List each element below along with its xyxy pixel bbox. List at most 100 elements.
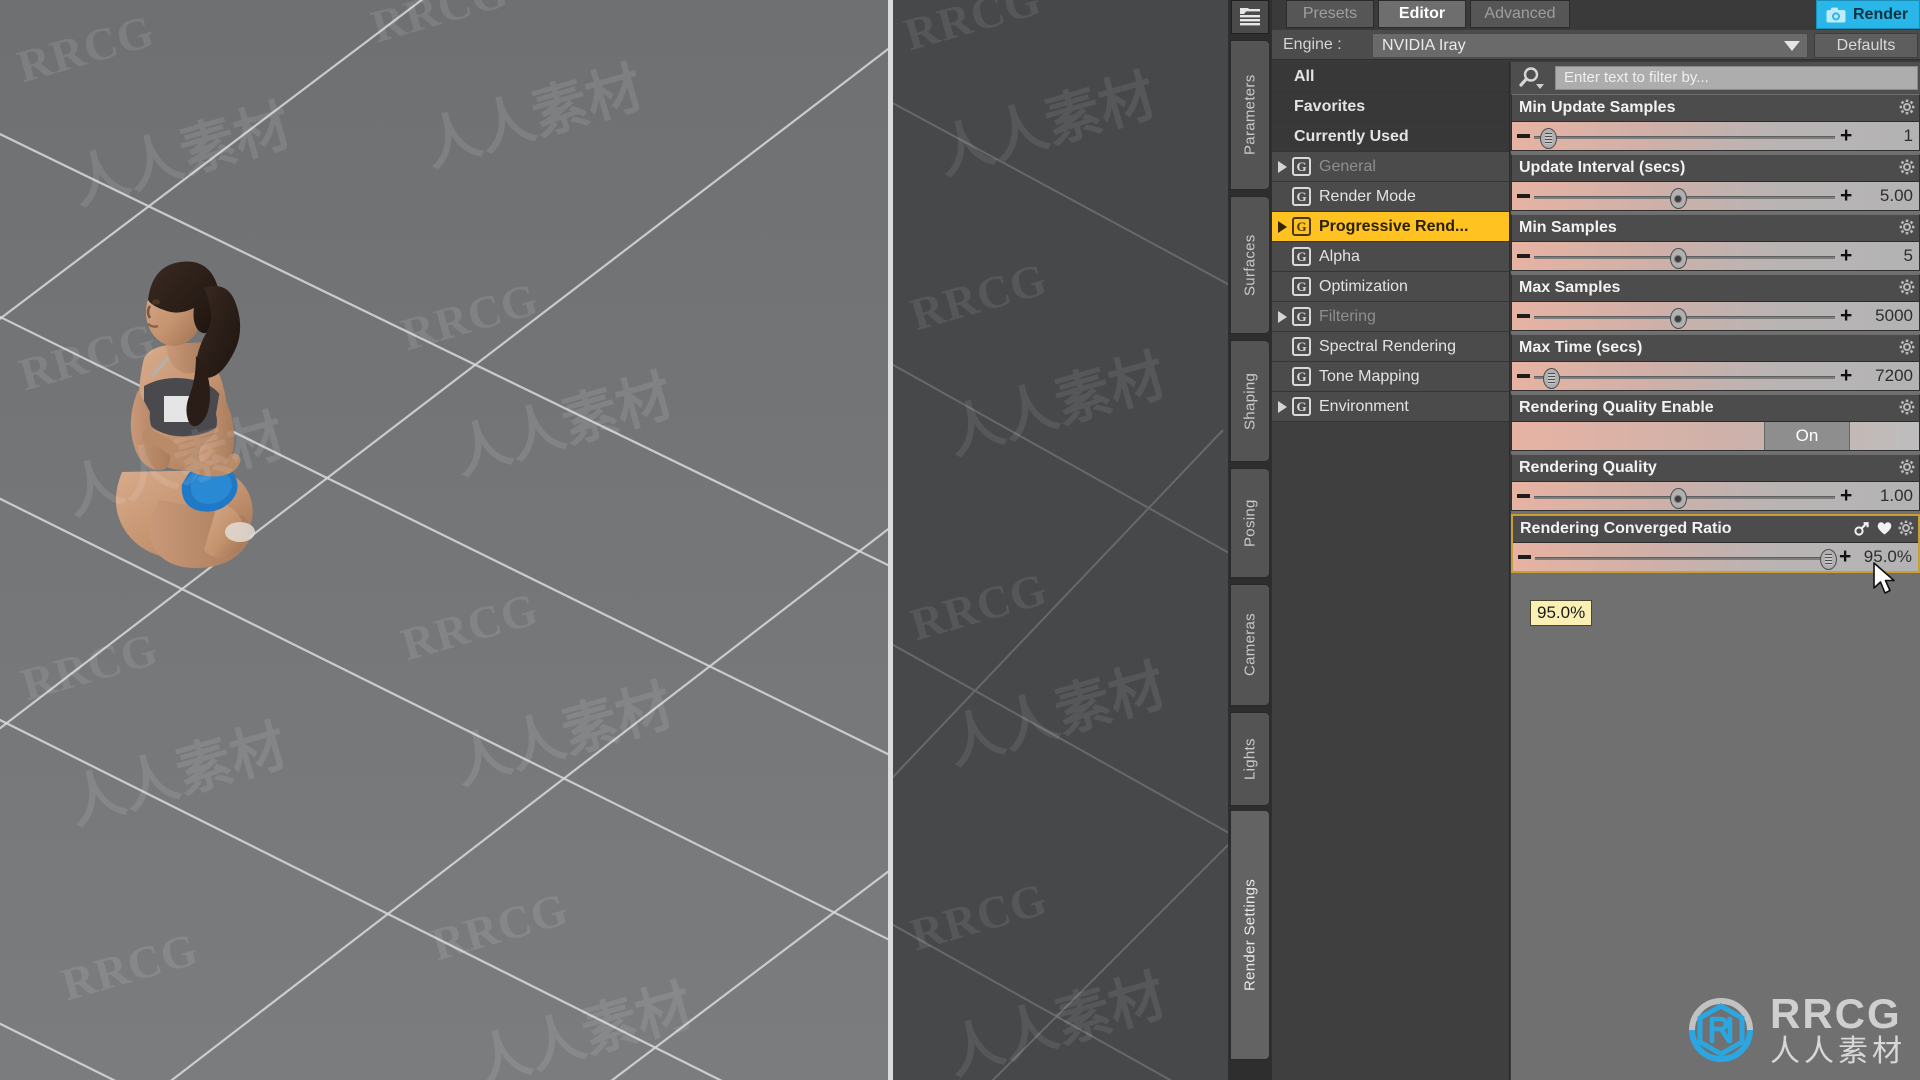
- parameter-label: Max Samples: [1512, 275, 1919, 301]
- tree-item-label: Spectral Rendering: [1319, 337, 1456, 355]
- toggle-state-label: On: [1764, 422, 1850, 450]
- pane-menu-icon[interactable]: [1231, 0, 1269, 34]
- parameter-slider[interactable]: +95.0%: [1513, 542, 1918, 571]
- settings-tree[interactable]: All Favorites Currently Used G General G Rende…: [1272, 62, 1510, 1080]
- increment-button[interactable]: +: [1840, 245, 1855, 266]
- group-icon: G: [1292, 247, 1311, 266]
- tree-item-tone-mapping[interactable]: G Tone Mapping: [1272, 362, 1509, 392]
- slider-knob[interactable]: [1819, 549, 1837, 570]
- pane-tab-label: Shaping: [1241, 372, 1259, 430]
- parameter-row-rendering-quality-enable[interactable]: Rendering Quality Enable On: [1511, 394, 1920, 451]
- parameter-value[interactable]: 7200: [1857, 362, 1915, 390]
- parameter-row-max-time-secs[interactable]: Max Time (secs) +7200: [1511, 334, 1920, 391]
- expand-triangle-icon[interactable]: [1272, 400, 1292, 413]
- decrement-button[interactable]: [1517, 254, 1530, 258]
- parameter-value[interactable]: 1: [1857, 122, 1915, 150]
- expand-triangle-icon[interactable]: [1272, 310, 1292, 323]
- slider-track[interactable]: [1534, 376, 1835, 379]
- parameter-slider[interactable]: +1.00: [1512, 481, 1919, 510]
- parameter-row-max-samples[interactable]: Max Samples +5000: [1511, 274, 1920, 331]
- parameter-value[interactable]: 5: [1857, 242, 1915, 270]
- increment-button[interactable]: +: [1840, 125, 1855, 146]
- group-icon: G: [1292, 337, 1311, 356]
- parameter-row-update-interval-secs[interactable]: Update Interval (secs) +5.00: [1511, 154, 1920, 211]
- decrement-button[interactable]: [1517, 314, 1530, 318]
- slider-knob[interactable]: [1669, 248, 1687, 269]
- filter-input[interactable]: Enter text to filter by...: [1555, 66, 1918, 90]
- pane-tab-lights[interactable]: Lights: [1230, 712, 1270, 806]
- slider-knob[interactable]: [1540, 128, 1558, 149]
- parameter-value[interactable]: 5000: [1857, 302, 1915, 330]
- parameter-slider[interactable]: +5: [1512, 241, 1919, 270]
- slider-knob[interactable]: [1669, 308, 1687, 329]
- parameter-row-min-update-samples[interactable]: Min Update Samples +1: [1511, 94, 1920, 151]
- tree-item-alpha[interactable]: G Alpha: [1272, 242, 1509, 272]
- parameter-list[interactable]: Enter text to filter by... Min Update Sa…: [1511, 62, 1920, 1080]
- viewport-secondary[interactable]: RRCG 人人素材 RRCG 人人素材 RRCG 人人素材 RRCG 人人素材: [893, 0, 1269, 1080]
- increment-button[interactable]: +: [1840, 185, 1855, 206]
- engine-dropdown[interactable]: NVIDIA Iray: [1372, 33, 1808, 58]
- expand-triangle-icon[interactable]: [1272, 220, 1292, 233]
- pane-tab-render-settings[interactable]: Render Settings: [1230, 810, 1270, 1060]
- pane-tab-parameters[interactable]: Parameters: [1230, 40, 1270, 190]
- tree-item-currently-used[interactable]: Currently Used: [1272, 122, 1509, 152]
- parameter-slider[interactable]: +7200: [1512, 361, 1919, 390]
- parameter-toggle[interactable]: On: [1512, 421, 1919, 450]
- decrement-button[interactable]: [1517, 374, 1530, 378]
- increment-button[interactable]: +: [1839, 546, 1854, 567]
- tree-item-favorites[interactable]: Favorites: [1272, 92, 1509, 122]
- parameter-row-rendering-quality[interactable]: Rendering Quality +1.00: [1511, 454, 1920, 511]
- pane-tab-posing[interactable]: Posing: [1230, 468, 1270, 578]
- parameter-label-text: Rendering Converged Ratio: [1520, 520, 1732, 537]
- slider-knob[interactable]: [1669, 188, 1687, 209]
- tab-advanced[interactable]: Advanced: [1470, 0, 1570, 28]
- camera-icon: [1826, 7, 1846, 22]
- rrcg-logo-subtext: 人人素材: [1770, 1034, 1906, 1069]
- parameter-row-rendering-converged-ratio[interactable]: Rendering Converged Ratio +95.0%: [1511, 514, 1920, 573]
- tree-item-spectral-rendering[interactable]: G Spectral Rendering: [1272, 332, 1509, 362]
- group-icon: G: [1292, 157, 1311, 176]
- tree-item-all[interactable]: All: [1272, 62, 1509, 92]
- rrcg-logo-text: RRCG: [1770, 990, 1902, 1037]
- parameter-slider[interactable]: +1: [1512, 121, 1919, 150]
- slider-track[interactable]: [1535, 557, 1834, 560]
- tree-item-progressive-rend[interactable]: G Progressive Rend...: [1272, 212, 1509, 242]
- tree-item-filtering[interactable]: G Filtering: [1272, 302, 1509, 332]
- search-icon[interactable]: [1519, 65, 1549, 91]
- pane-tab-surfaces[interactable]: Surfaces: [1230, 196, 1270, 334]
- tree-item-general[interactable]: G General: [1272, 152, 1509, 182]
- tree-item-render-mode[interactable]: G Render Mode: [1272, 182, 1509, 212]
- decrement-button[interactable]: [1518, 555, 1531, 559]
- parameter-slider[interactable]: +5.00: [1512, 181, 1919, 210]
- tree-item-optimization[interactable]: G Optimization: [1272, 272, 1509, 302]
- render-button[interactable]: Render: [1816, 0, 1920, 29]
- tree-item-label: Tone Mapping: [1319, 367, 1420, 385]
- tree-item-environment[interactable]: G Environment: [1272, 392, 1509, 422]
- slider-track[interactable]: [1534, 136, 1835, 139]
- tab-editor[interactable]: Editor: [1378, 0, 1466, 28]
- slider-knob[interactable]: [1669, 488, 1687, 509]
- expand-triangle-icon[interactable]: [1272, 160, 1292, 173]
- parameter-value[interactable]: 95.0%: [1856, 543, 1914, 571]
- parameter-slider[interactable]: +5000: [1512, 301, 1919, 330]
- tab-presets[interactable]: Presets: [1286, 0, 1374, 28]
- engine-label: Engine :: [1283, 36, 1342, 53]
- defaults-button[interactable]: Defaults: [1814, 33, 1918, 58]
- increment-button[interactable]: +: [1840, 305, 1855, 326]
- increment-button[interactable]: +: [1840, 485, 1855, 506]
- tree-item-label: Progressive Rend...: [1319, 217, 1469, 235]
- pane-tab-cameras[interactable]: Cameras: [1230, 584, 1270, 706]
- slider-knob[interactable]: [1543, 368, 1561, 389]
- increment-button[interactable]: +: [1840, 365, 1855, 386]
- parameter-value[interactable]: 5.00: [1857, 182, 1915, 210]
- decrement-button[interactable]: [1517, 494, 1530, 498]
- viewport-perspective[interactable]: RRCG 人人素材 RRCG 人人素材 RRCG 人人素材 RRCG 人人素材 …: [0, 0, 888, 1080]
- tree-item-label: Alpha: [1319, 247, 1360, 265]
- character-model[interactable]: [100, 240, 270, 580]
- parameter-row-min-samples[interactable]: Min Samples +5: [1511, 214, 1920, 271]
- parameter-value[interactable]: 1.00: [1857, 482, 1915, 510]
- decrement-button[interactable]: [1517, 134, 1530, 138]
- pane-tab-shaping[interactable]: Shaping: [1230, 340, 1270, 462]
- chevron-right-icon: [1277, 160, 1287, 173]
- decrement-button[interactable]: [1517, 194, 1530, 198]
